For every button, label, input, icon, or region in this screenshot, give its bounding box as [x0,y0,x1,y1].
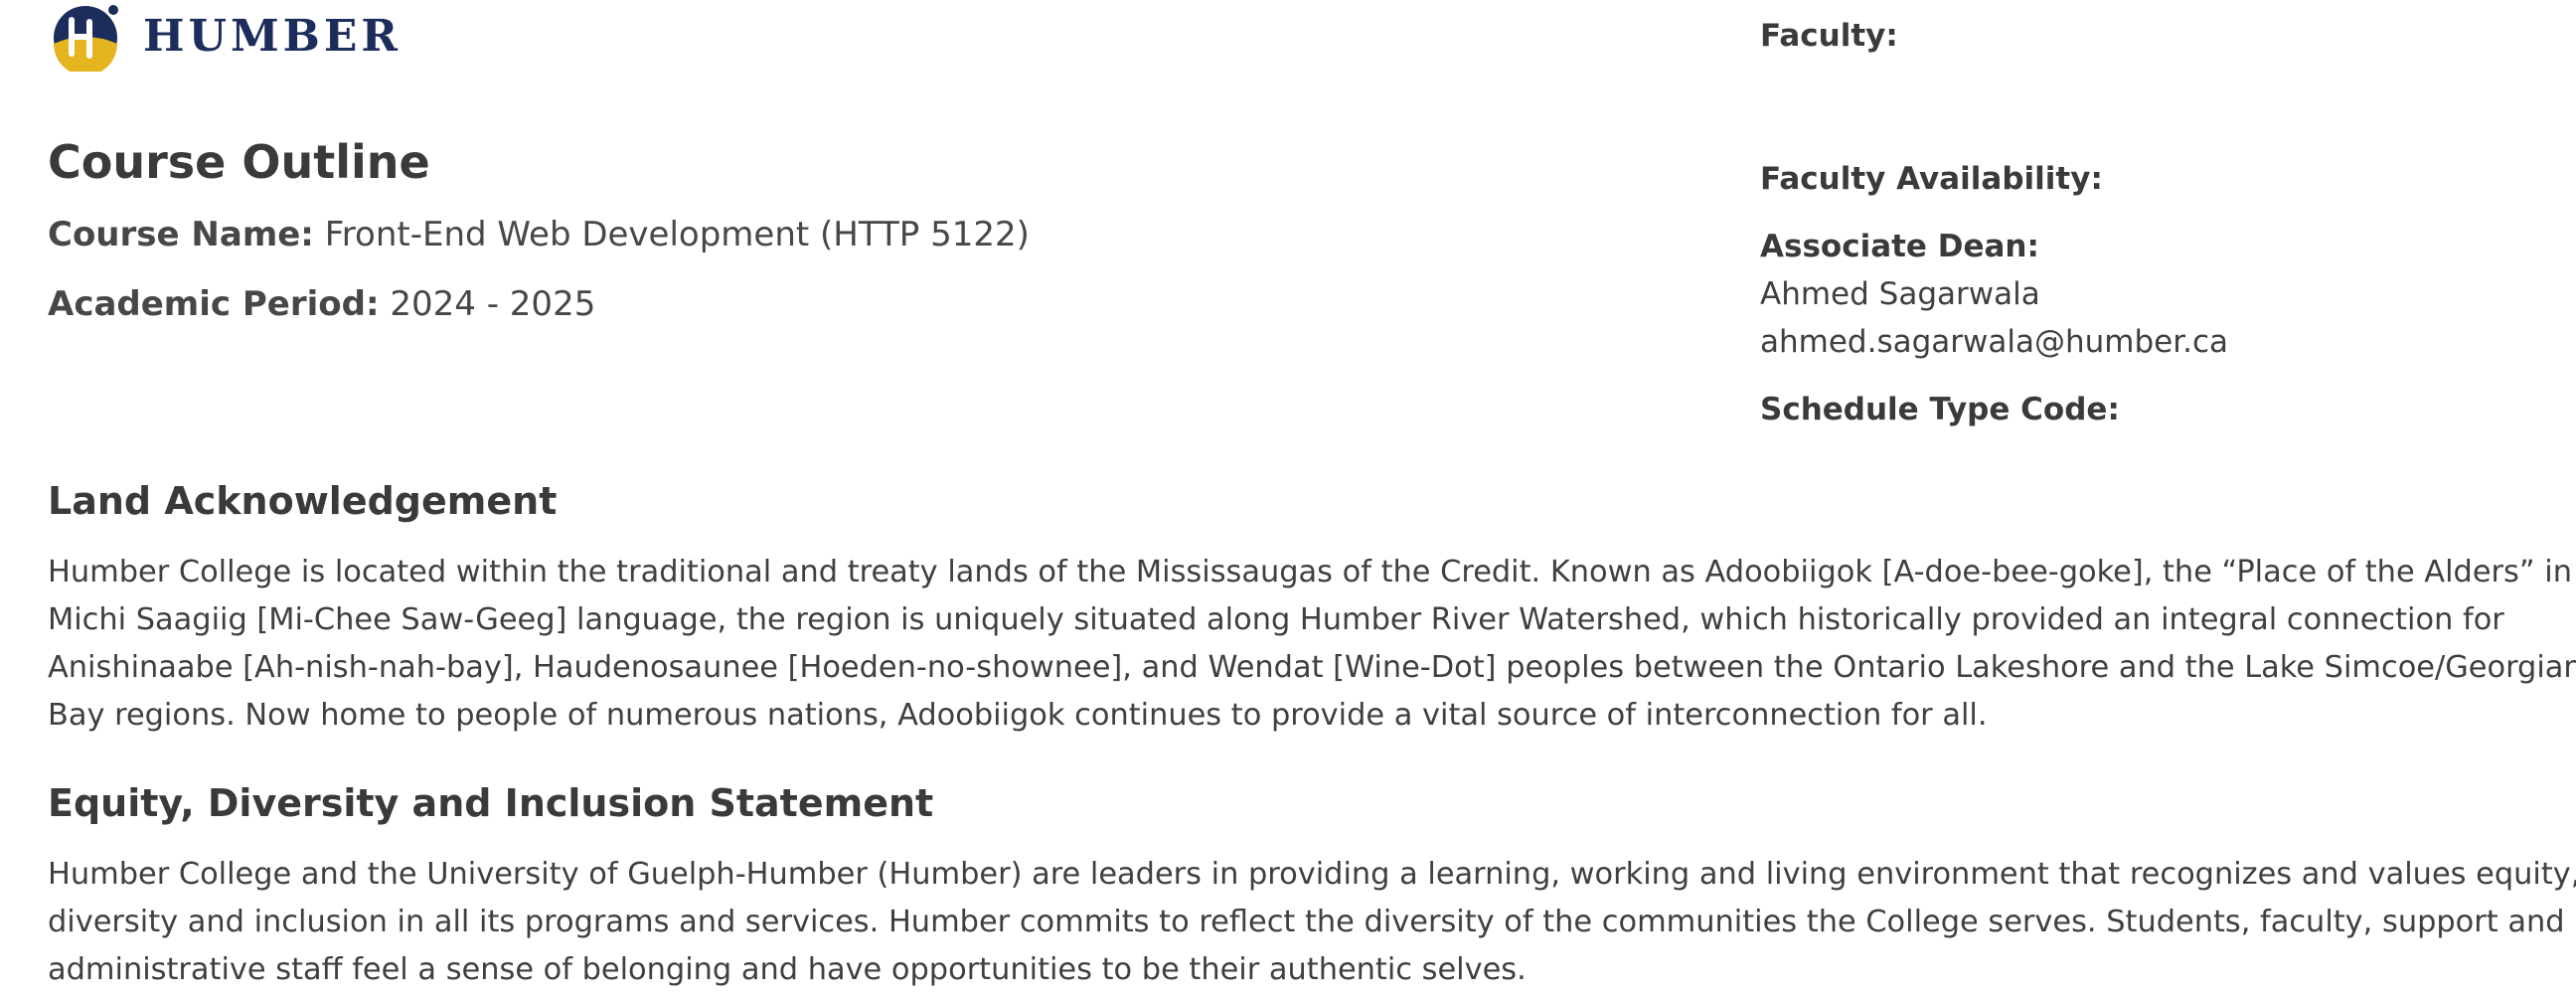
equity-statement-heading: Equity, Diversity and Inclusion Statemen… [48,781,934,825]
paragraph-line: Anishinaabe [Ah-nish-nah-bay], Haudenosa… [48,650,2576,685]
course-name-value: Front-End Web Development (HTTP 5122) [324,215,1030,254]
paragraph-line: diversity and inclusion in all its progr… [48,905,2565,939]
paragraph-line: Michi Saagiig [Mi-Chee Saw-Geeg] languag… [48,602,2504,637]
land-acknowledgement-heading: Land Acknowledgement [48,479,558,523]
associate-dean-email[interactable]: ahmed.sagarwala@humber.ca [1760,324,2228,360]
academic-period: Academic Period: 2024 - 2025 [48,282,595,326]
humber-h-logo-icon [54,5,118,72]
academic-period-label: Academic Period: [48,284,380,324]
associate-dean-name: Ahmed Sagarwala [1760,276,2040,312]
course-outline-page: HUMBER Course Outline Course Name: Front… [0,0,2576,1000]
schedule-type-code-label: Schedule Type Code: [1760,392,2120,427]
land-acknowledgement-text: Humber College is located within the tra… [48,549,2576,740]
course-name-label: Course Name: [48,215,314,254]
academic-period-value: 2024 - 2025 [390,284,596,324]
humber-logo: HUMBER [50,0,402,72]
paragraph-line: Humber College is located within the tra… [48,555,2572,589]
faculty-availability-label: Faculty Availability: [1760,161,2103,197]
page-title: Course Outline [48,135,430,189]
faculty-label: Faculty: [1760,18,1898,54]
associate-dean-label: Associate Dean: [1760,229,2039,264]
course-name: Course Name: Front-End Web Development (… [48,213,1030,256]
paragraph-line: administrative staff feel a sense of bel… [48,952,1527,987]
paragraph-line: Bay regions. Now home to people of numer… [48,698,1988,733]
paragraph-line: Humber College and the University of Gue… [48,857,2576,892]
equity-statement-text: Humber College and the University of Gue… [48,851,2576,994]
humber-wordmark: HUMBER [143,11,402,62]
